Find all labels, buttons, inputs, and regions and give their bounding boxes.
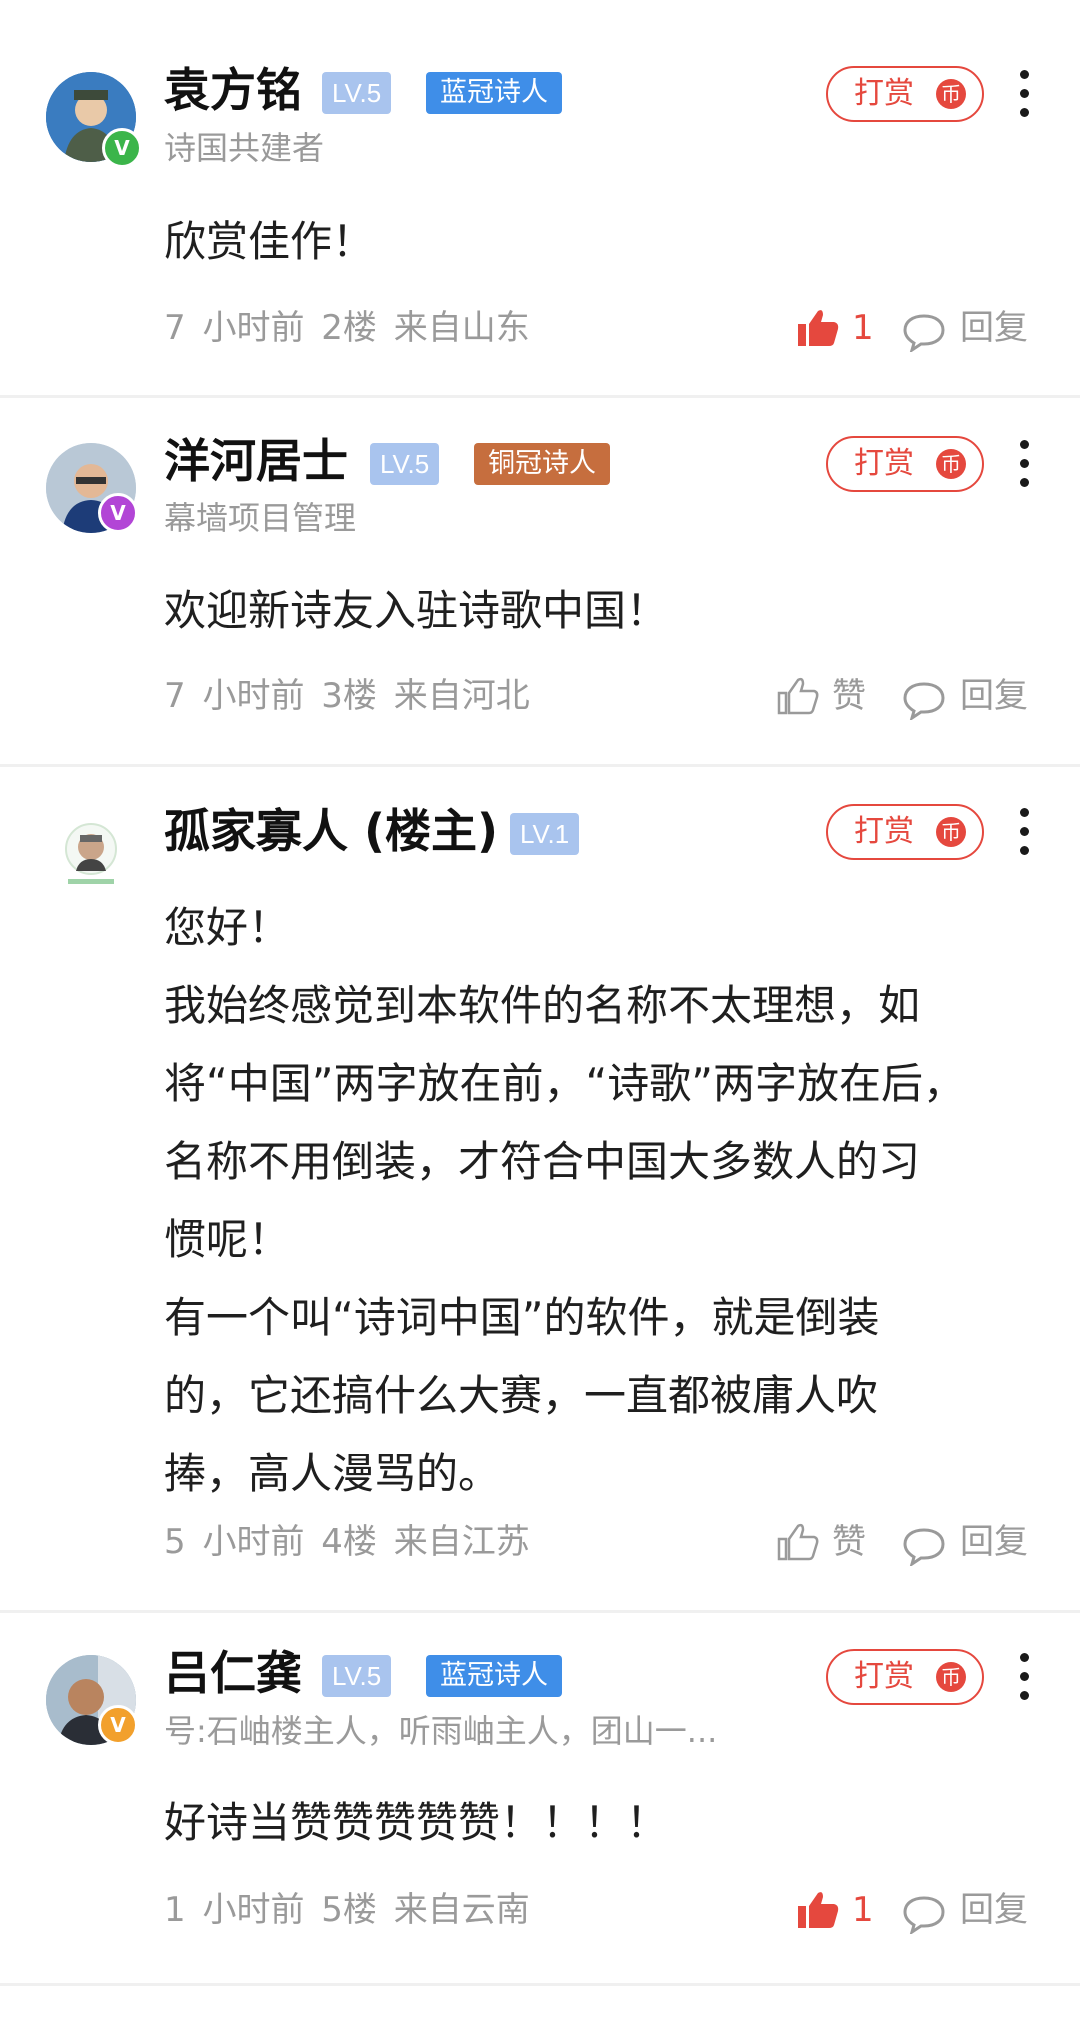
floor-number: 2楼	[321, 308, 377, 348]
comment-meta: 7 小时前 2楼 来自山东	[164, 306, 530, 350]
level-badge: LV.5	[370, 443, 440, 485]
location: 来自云南	[393, 1890, 530, 1930]
comment-text: 欢迎新诗友入驻诗歌中国！	[164, 572, 668, 650]
comment-item: V 洋河居士 LV.5 铜冠诗人 幕墙项目管理 打赏 币 欢迎新诗友入驻诗歌中国…	[0, 398, 1080, 766]
floor-number: 3楼	[321, 676, 377, 716]
like-label: 赞	[832, 676, 866, 716]
verified-icon: V	[98, 1705, 138, 1745]
comment-text: 好诗当赞赞赞赞赞！！！！	[164, 1784, 668, 1862]
like-count: 1	[852, 1890, 874, 1930]
user-name[interactable]: 洋河居士	[164, 433, 348, 489]
tip-button[interactable]: 打赏 币	[826, 436, 984, 492]
coin-icon: 币	[936, 79, 966, 109]
comment-item: 孤家寡人 (楼主) LV.1 打赏 币 您好！ 我始终感觉到本软件的名称不太理想…	[0, 767, 1080, 1612]
thumbs-up-icon	[777, 1523, 819, 1561]
comment-line: 您好！	[164, 903, 291, 952]
tip-button[interactable]: 打赏 币	[826, 66, 984, 122]
tip-label: 打赏	[854, 814, 914, 849]
comment-line: 将“中国”两字放在前，“诗歌”两字放在后，	[164, 1059, 966, 1108]
floor-number: 5楼	[321, 1890, 377, 1930]
comment-bubble-icon	[903, 682, 945, 720]
title-badge: 蓝冠诗人	[426, 1655, 562, 1697]
comment-line: 好诗当赞赞赞赞赞！！！！	[164, 1798, 669, 1847]
coin-icon: 币	[936, 817, 966, 847]
comment-text: 欣赏佳作！	[164, 203, 374, 281]
user-subtitle: 幕墙项目管理	[164, 499, 357, 537]
timestamp: 7 小时前	[164, 676, 305, 716]
comment-meta: 1 小时前 5楼 来自云南	[164, 1888, 530, 1932]
tip-button[interactable]: 打赏 币	[826, 804, 984, 860]
comment-line: 欣赏佳作！	[164, 217, 375, 266]
floor-number: 4楼	[321, 1522, 377, 1562]
more-options-icon[interactable]	[1018, 70, 1030, 118]
divider	[0, 1983, 1080, 1986]
comment-bubble-icon	[903, 1896, 945, 1934]
location: 来自河北	[393, 676, 530, 716]
avatar[interactable]	[46, 809, 136, 899]
timestamp: 5 小时前	[164, 1522, 305, 1562]
comment-line: 欢迎新诗友入驻诗歌中国！	[164, 586, 669, 635]
reply-label: 回复	[960, 1522, 1028, 1562]
coin-icon: 币	[936, 1662, 966, 1692]
timestamp: 7 小时前	[164, 308, 305, 348]
user-subtitle: 号:石岫楼主人，听雨岫主人，团山一...	[164, 1712, 718, 1750]
tip-label: 打赏	[854, 1659, 914, 1694]
verified-icon: V	[98, 493, 138, 533]
comment-item: V 吕仁龚 LV.5 蓝冠诗人 号:石岫楼主人，听雨岫主人，团山一... 打赏 …	[0, 1613, 1080, 1983]
thumbs-up-icon	[798, 310, 839, 346]
coin-icon: 币	[936, 449, 966, 479]
level-badge: LV.5	[322, 72, 392, 114]
comment-line: 惯呢！	[164, 1215, 291, 1264]
more-options-icon[interactable]	[1018, 808, 1030, 856]
tip-button[interactable]: 打赏 币	[826, 1649, 984, 1705]
comment-line: 名称不用倒装，才符合中国大多数人的习	[164, 1137, 921, 1186]
comment-text: 您好！ 我始终感觉到本软件的名称不太理想，如 将“中国”两字放在前，“诗歌”两字…	[164, 889, 965, 1513]
user-name[interactable]: 吕仁龚	[164, 1645, 302, 1701]
level-badge: LV.1	[510, 813, 580, 855]
tip-label: 打赏	[854, 76, 914, 111]
level-badge: LV.5	[322, 1655, 392, 1697]
reply-label: 回复	[960, 1890, 1028, 1930]
user-subtitle: 诗国共建者	[164, 129, 325, 167]
comment-line: 我始终感觉到本软件的名称不太理想，如	[164, 981, 921, 1030]
location: 来自山东	[393, 308, 530, 348]
more-options-icon[interactable]	[1018, 440, 1030, 488]
location: 来自江苏	[393, 1522, 530, 1562]
reply-label: 回复	[960, 308, 1028, 348]
like-label: 赞	[832, 1522, 866, 1562]
title-badge: 铜冠诗人	[474, 443, 610, 485]
comment-line: 捧，高人漫骂的。	[164, 1449, 501, 1498]
comment-bubble-icon	[903, 314, 945, 352]
reply-label: 回复	[960, 676, 1028, 716]
tip-label: 打赏	[854, 446, 914, 481]
comment-meta: 7 小时前 3楼 来自河北	[164, 674, 530, 718]
user-name[interactable]: 袁方铭	[164, 62, 302, 118]
thumbs-up-icon	[798, 1892, 839, 1928]
title-badge: 蓝冠诗人	[426, 72, 562, 114]
timestamp: 1 小时前	[164, 1890, 305, 1930]
more-options-icon[interactable]	[1018, 1653, 1030, 1701]
comment-bubble-icon	[903, 1528, 945, 1566]
comment-line: 有一个叫“诗词中国”的软件，就是倒装	[164, 1293, 880, 1342]
comment-meta: 5 小时前 4楼 来自江苏	[164, 1520, 530, 1564]
comment-item: V 袁方铭 LV.5 蓝冠诗人 诗国共建者 打赏 币 欣赏佳作！ 7 小时前 2…	[0, 0, 1080, 398]
user-name[interactable]: 孤家寡人 (楼主)	[164, 803, 498, 859]
thumbs-up-icon	[777, 677, 819, 715]
like-count: 1	[852, 308, 874, 348]
verified-icon: V	[102, 128, 142, 168]
comment-line: 的，它还搞什么大赛，一直都被庸人吹	[164, 1371, 879, 1420]
